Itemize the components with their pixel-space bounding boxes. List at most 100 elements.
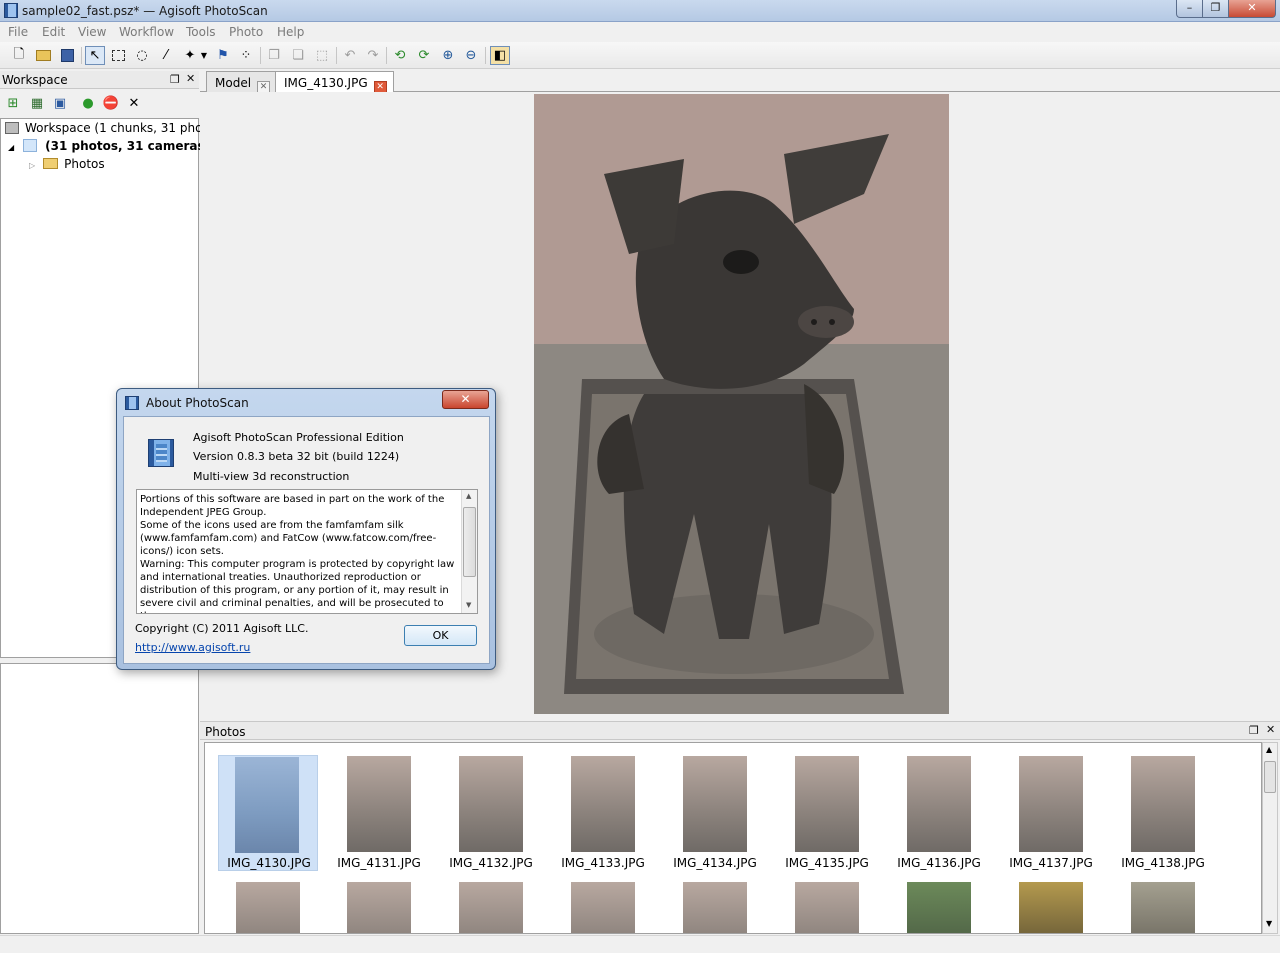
tree-photos-folder[interactable]: ▷ Photos <box>29 157 105 171</box>
menu-view[interactable]: View <box>78 22 106 39</box>
photo-thumbnail[interactable]: IMG_4132.JPG <box>441 756 541 872</box>
tab-model[interactable]: Model ✕ <box>206 71 278 94</box>
photo-thumbnail[interactable]: IMG_4133.JPG <box>553 756 653 872</box>
crop-icon: ⬚ <box>315 48 329 63</box>
rotate-right-icon[interactable]: ⟳ <box>414 46 434 65</box>
enable-icon[interactable]: ● <box>78 94 98 113</box>
thumbnail-label: IMG_4130.JPG <box>227 856 311 870</box>
scrollbar-thumb[interactable] <box>463 507 476 577</box>
chevron-down-icon[interactable]: ▼ <box>199 46 209 65</box>
tree-photos-label: Photos <box>64 157 105 171</box>
tree-workspace-root[interactable]: Workspace (1 chunks, 31 phot... <box>5 121 219 135</box>
photo-thumbnail[interactable] <box>329 882 429 933</box>
disable-icon[interactable]: ⛔ <box>101 94 121 113</box>
menu-edit[interactable]: Edit <box>42 22 65 39</box>
menu-help[interactable]: Help <box>277 22 304 39</box>
zoom-in-icon[interactable]: ⊕ <box>438 46 458 65</box>
photo-thumbnail[interactable]: IMG_4130.JPG <box>218 755 318 871</box>
scroll-up-icon[interactable]: ▲ <box>466 492 471 500</box>
new-icon[interactable]: 🗋 <box>9 46 29 65</box>
rectangle-select-icon[interactable] <box>108 46 128 65</box>
photos-grid: IMG_4130.JPG IMG_4131.JPG IMG_4132.JPG I… <box>204 742 1262 934</box>
thumbnail-image <box>907 756 971 852</box>
menu-photo[interactable]: Photo <box>229 22 263 39</box>
photo-thumbnail[interactable]: IMG_4135.JPG <box>777 756 877 872</box>
dialog-close-button[interactable]: ✕ <box>442 390 489 409</box>
photo-thumbnail[interactable]: IMG_4138.JPG <box>1113 756 1213 872</box>
thumbnail-image <box>795 882 859 933</box>
rotate-left-icon[interactable]: ⟲ <box>390 46 410 65</box>
float-pane-icon[interactable]: ❐ <box>170 73 180 86</box>
menu-file[interactable]: File <box>8 22 28 39</box>
photo-thumbnail[interactable]: IMG_4131.JPG <box>329 756 429 872</box>
tab-model-label: Model <box>215 76 252 90</box>
photo-thumbnail[interactable] <box>665 882 765 933</box>
thumbnail-label: IMG_4133.JPG <box>561 856 645 870</box>
thumbnail-image <box>236 882 300 933</box>
photoscan-logo-icon <box>148 439 174 467</box>
scrollbar-thumb[interactable] <box>1264 761 1276 793</box>
magic-wand-icon[interactable]: ⁄ <box>156 46 176 65</box>
photo-thumbnail[interactable] <box>889 882 989 933</box>
agisoft-website-link[interactable]: http://www.agisoft.ru <box>135 641 250 654</box>
close-pane-icon[interactable]: ✕ <box>186 72 195 85</box>
photo-thumbnail[interactable] <box>1113 882 1213 933</box>
tree-chunk[interactable]: ◢ (31 photos, 31 cameras, ... <box>8 139 227 153</box>
dialog-body: Agisoft PhotoScan Professional Edition V… <box>123 416 490 664</box>
navigation-icon[interactable]: ↖ <box>85 46 105 65</box>
close-pane-icon[interactable]: ✕ <box>1266 723 1275 736</box>
remove-icon[interactable]: ✕ <box>124 94 144 113</box>
license-textbox[interactable]: Portions of this software are based in p… <box>136 489 478 614</box>
thumbnail-label: IMG_4135.JPG <box>785 856 869 870</box>
photo-thumbnail[interactable]: IMG_4134.JPG <box>665 756 765 872</box>
workspace-pane-title: Workspace <box>2 73 68 87</box>
status-bar <box>0 935 1280 953</box>
close-window-button[interactable]: ✕ <box>1228 0 1276 18</box>
thumbnail-image <box>1131 882 1195 933</box>
thumbnail-label: IMG_4131.JPG <box>337 856 421 870</box>
main-toolbar: 🗋 ↖ ◌ ⁄ ✦ ▼ ⚑ ⁘ ❐ ❏ ⬚ ↶ ↷ ⟲ ⟳ ⊕ ⊖ ◧ <box>0 42 1280 69</box>
photo-thumbnail[interactable] <box>218 882 318 933</box>
expand-icon[interactable]: ▷ <box>29 161 35 170</box>
title-bar: sample02_fast.psz* — Agisoft PhotoScan –… <box>0 0 1280 22</box>
thumbnail-image <box>907 882 971 933</box>
photo-thumbnail[interactable] <box>553 882 653 933</box>
thumbnail-image <box>683 882 747 933</box>
product-name: Agisoft PhotoScan Professional Edition <box>193 431 404 444</box>
zoom-out-icon[interactable]: ⊖ <box>461 46 481 65</box>
thumbnail-image <box>459 882 523 933</box>
marker-icon[interactable]: ⚑ <box>213 46 233 65</box>
free-form-select-icon[interactable]: ◌ <box>132 46 152 65</box>
magic-brush-icon[interactable]: ✦ <box>180 46 200 65</box>
photo-thumbnail[interactable] <box>441 882 541 933</box>
menu-workflow[interactable]: Workflow <box>119 22 174 39</box>
photo-thumbnail[interactable]: IMG_4137.JPG <box>1001 756 1101 872</box>
scroll-up-icon[interactable]: ▲ <box>1266 745 1272 754</box>
add-chunk-icon[interactable]: ⊞ <box>3 94 23 113</box>
photos-scrollbar[interactable]: ▲ ▼ <box>1262 742 1278 934</box>
add-photos-icon[interactable]: ▦ <box>27 94 47 113</box>
photos-pane-title: Photos <box>205 725 246 739</box>
license-paragraph: Portions of this software are based in p… <box>140 494 445 518</box>
thumbnail-image <box>795 756 859 852</box>
thumbnail-image <box>347 882 411 933</box>
open-icon[interactable] <box>33 46 53 65</box>
menu-tools[interactable]: Tools <box>186 22 216 39</box>
ok-button[interactable]: OK <box>404 625 477 646</box>
scroll-down-icon[interactable]: ▼ <box>1266 919 1272 928</box>
minimize-button[interactable]: – <box>1176 0 1203 18</box>
license-scrollbar[interactable]: ▲ ▼ <box>461 490 477 613</box>
photo-thumbnail[interactable] <box>1001 882 1101 933</box>
tab-img-4130[interactable]: IMG_4130.JPG ✕ <box>275 71 394 94</box>
collapse-icon[interactable]: ◢ <box>8 143 14 152</box>
add-folder-icon[interactable]: ▣ <box>50 94 70 113</box>
camera-grid-icon[interactable]: ⁘ <box>236 46 256 65</box>
scroll-down-icon[interactable]: ▼ <box>466 601 471 609</box>
photo-thumbnail[interactable] <box>777 882 877 933</box>
photoscan-app-icon <box>4 3 18 18</box>
show-markers-icon[interactable]: ◧ <box>490 46 510 65</box>
float-pane-icon[interactable]: ❐ <box>1249 724 1259 737</box>
save-icon[interactable] <box>57 46 77 65</box>
photo-thumbnail[interactable]: IMG_4136.JPG <box>889 756 989 872</box>
maximize-button[interactable]: ❐ <box>1202 0 1229 18</box>
